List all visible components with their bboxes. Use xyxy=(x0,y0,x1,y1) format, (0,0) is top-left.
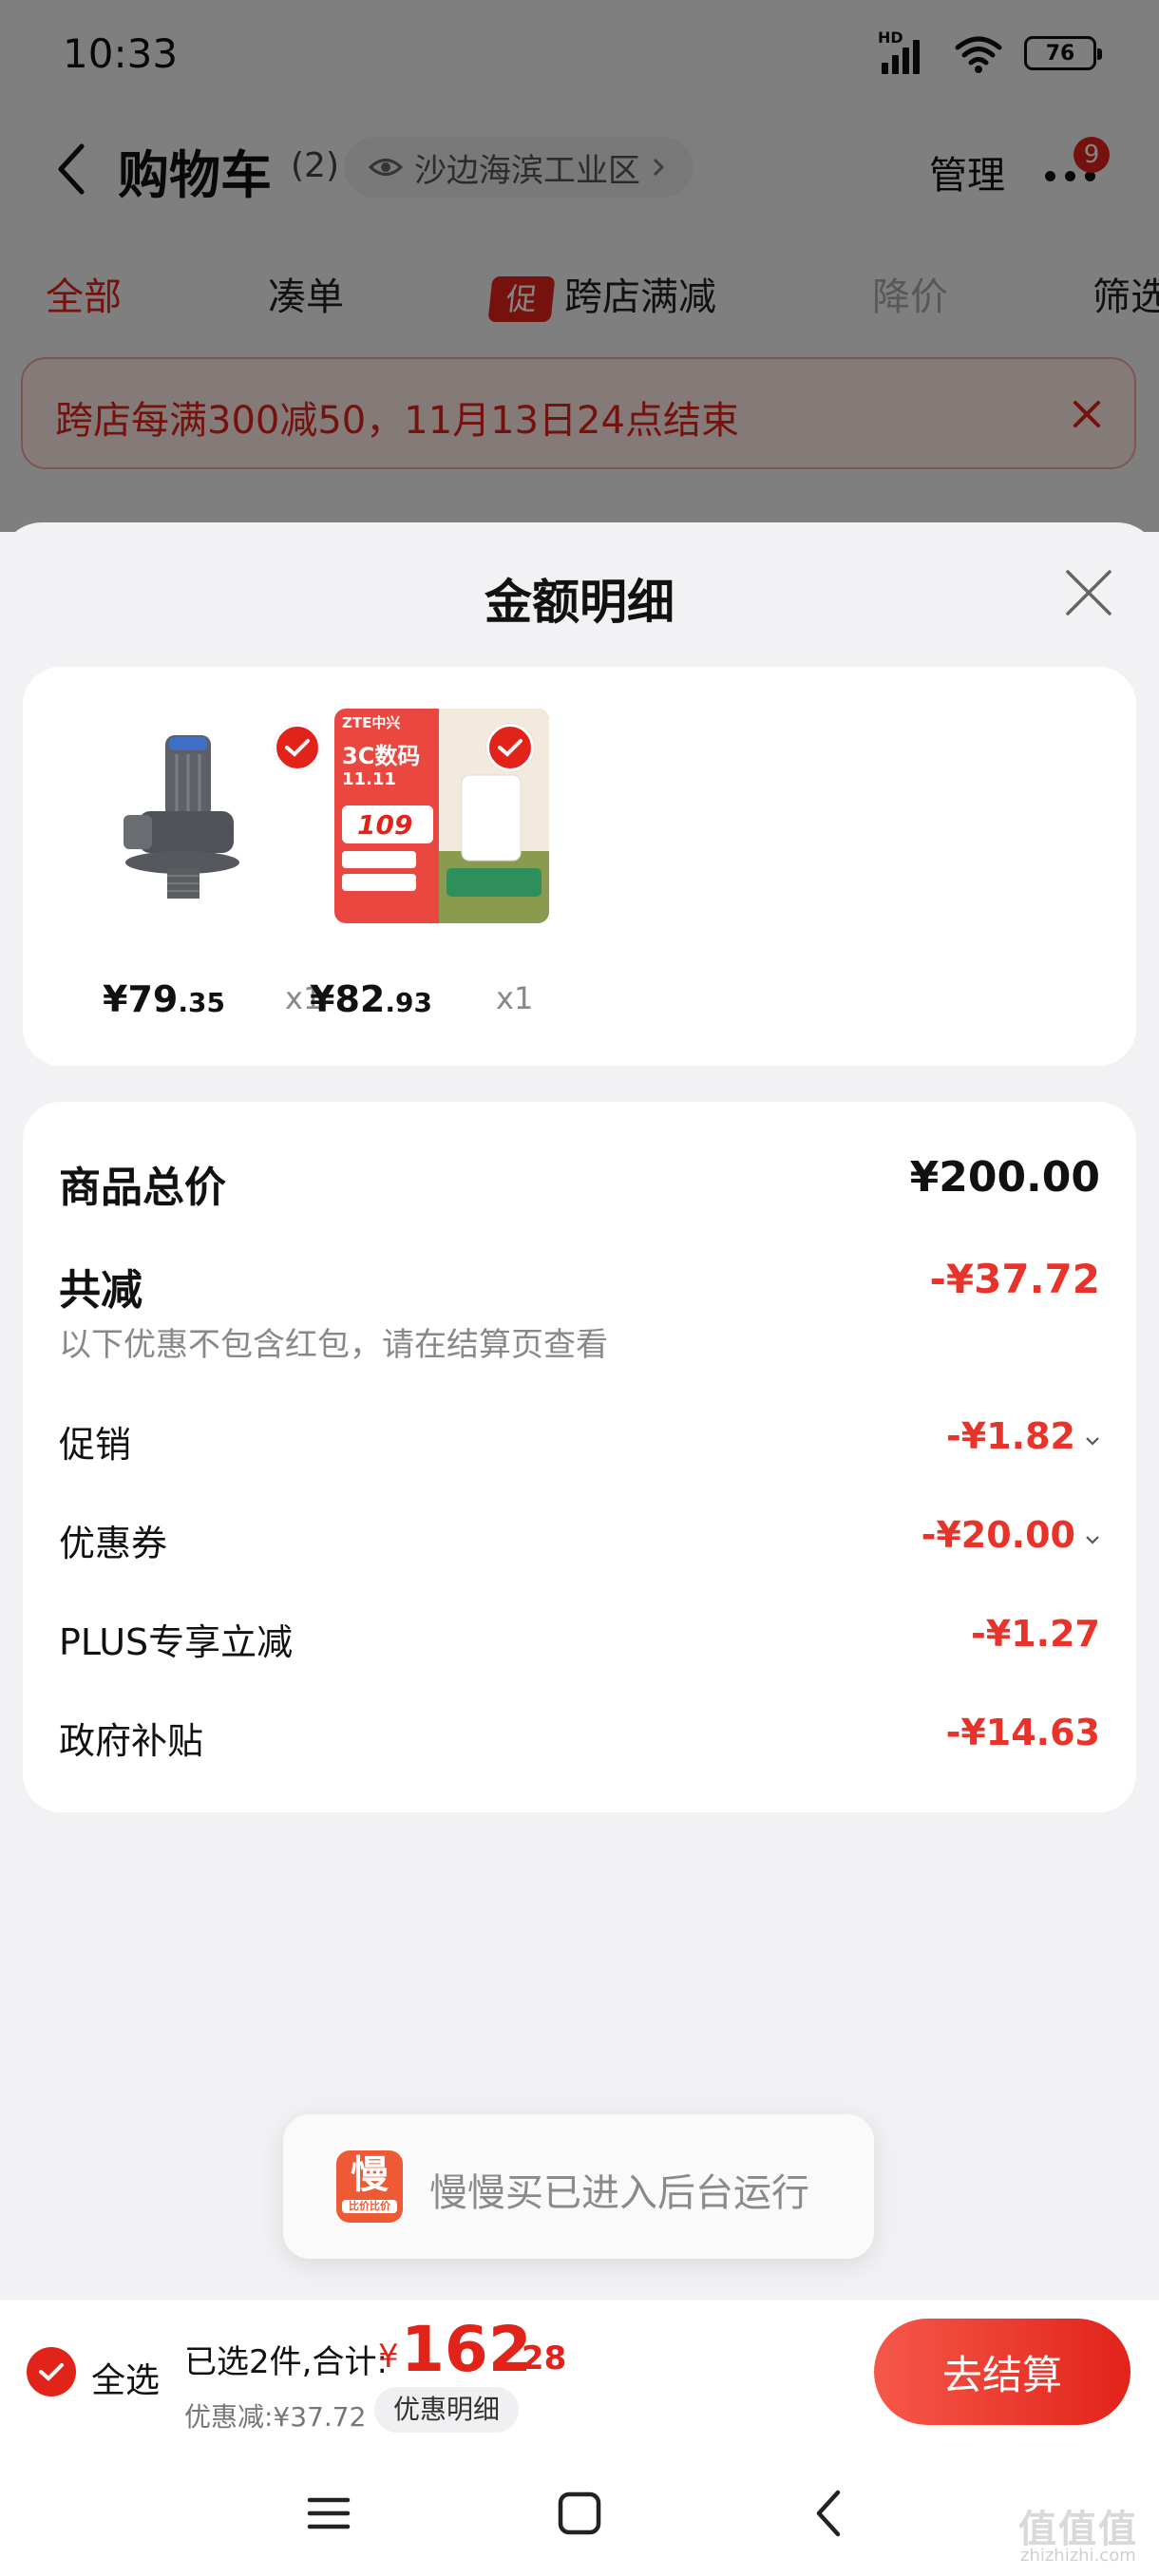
item-price: ¥79.35 xyxy=(103,978,225,1020)
image-date-text: 11.11 xyxy=(342,769,396,789)
discount-detail-button[interactable]: 优惠明细 xyxy=(374,2387,520,2433)
modal-backdrop[interactable] xyxy=(0,0,1159,532)
selected-count-text: 已选2件,合计: xyxy=(184,2343,388,2381)
image-headline-text: 3C数码 xyxy=(342,743,421,769)
saved-amount: 优惠减:¥37.72 xyxy=(184,2401,367,2433)
image-brand-text: ZTE中兴 xyxy=(342,714,401,731)
checkmark-icon xyxy=(274,724,321,771)
checkout-bar: 全选 已选2件,合计: ¥ 162 .28 优惠减:¥37.72 优惠明细 去结… xyxy=(0,2299,1159,2443)
select-all-checkbox[interactable] xyxy=(27,2347,76,2396)
item-price-int: ¥79 xyxy=(103,978,179,1020)
item-price: ¥82.93 xyxy=(310,978,432,1020)
background-running-toast: 慢 比价比价 慢慢买已进入后台运行 xyxy=(283,2114,874,2259)
checkout-button[interactable]: 去结算 xyxy=(874,2319,1130,2425)
item-qty: x1 xyxy=(496,980,534,1016)
menu-icon[interactable] xyxy=(300,2485,357,2542)
manmanmai-app-logo: 慢 比价比价 xyxy=(336,2150,403,2223)
watermark-url: zhizhizhi.com xyxy=(1020,2546,1136,2566)
gov-subsidy-label: 政府补贴 xyxy=(59,1720,204,1762)
discount-note: 以下优惠不包含红包，请在结算页查看 xyxy=(59,1326,608,1364)
amount-breakdown-card: 商品总价 ¥200.00 共减 -¥37.72 以下优惠不包含红包，请在结算页查… xyxy=(23,1102,1136,1812)
goods-card: ¥79.35 x1 ZTE中兴 3C数码 11.11 109 ¥82.93 x1 xyxy=(23,667,1136,1066)
back-icon[interactable] xyxy=(802,2485,859,2542)
total-discount-label: 共减 xyxy=(59,1266,142,1315)
toast-message: 慢慢买已进入后台运行 xyxy=(429,2171,809,2215)
chevron-down-icon xyxy=(1086,1536,1099,1544)
image-price-text: 109 xyxy=(357,809,413,841)
amount-detail-sheet: 金额明细 ¥79.35 x1 ZTE中兴 3C数码 11.11 109 ¥82.… xyxy=(0,522,1159,2299)
system-nav-bar xyxy=(0,2443,1159,2576)
total-amount-dec: .28 xyxy=(509,2339,567,2377)
goods-item[interactable]: ¥79.35 x1 xyxy=(70,709,322,1022)
chevron-down-icon xyxy=(1086,1437,1099,1446)
item-price-dec: .93 xyxy=(385,987,432,1018)
gov-subsidy-value: -¥14.63 xyxy=(945,1712,1100,1753)
promotion-value: -¥1.82 xyxy=(946,1415,1100,1457)
checkmark-icon xyxy=(39,2363,64,2381)
total-currency: ¥ xyxy=(378,2338,399,2376)
item-price-dec: .35 xyxy=(178,987,225,1018)
home-icon[interactable] xyxy=(551,2485,608,2542)
plus-discount-label: PLUS专享立减 xyxy=(59,1621,294,1663)
item-price-int: ¥82 xyxy=(310,978,386,1020)
subtotal-label: 商品总价 xyxy=(59,1164,226,1212)
angle-valve-product-image xyxy=(70,709,285,923)
coupon-label: 优惠券 xyxy=(59,1523,168,1564)
plus-discount-value: -¥1.27 xyxy=(971,1613,1100,1655)
select-all-label[interactable]: 全选 xyxy=(91,2353,160,2402)
promotion-label: 促销 xyxy=(59,1424,132,1466)
close-icon[interactable] xyxy=(1062,566,1115,619)
subtotal-value: ¥200.00 xyxy=(909,1153,1100,1202)
goods-item[interactable]: ZTE中兴 3C数码 11.11 109 ¥82.93 x1 xyxy=(310,709,581,1022)
sheet-title: 金额明细 xyxy=(484,575,674,630)
checkmark-icon xyxy=(486,724,534,771)
total-discount-value: -¥37.72 xyxy=(929,1256,1100,1302)
coupon-value: -¥20.00 xyxy=(922,1514,1100,1556)
